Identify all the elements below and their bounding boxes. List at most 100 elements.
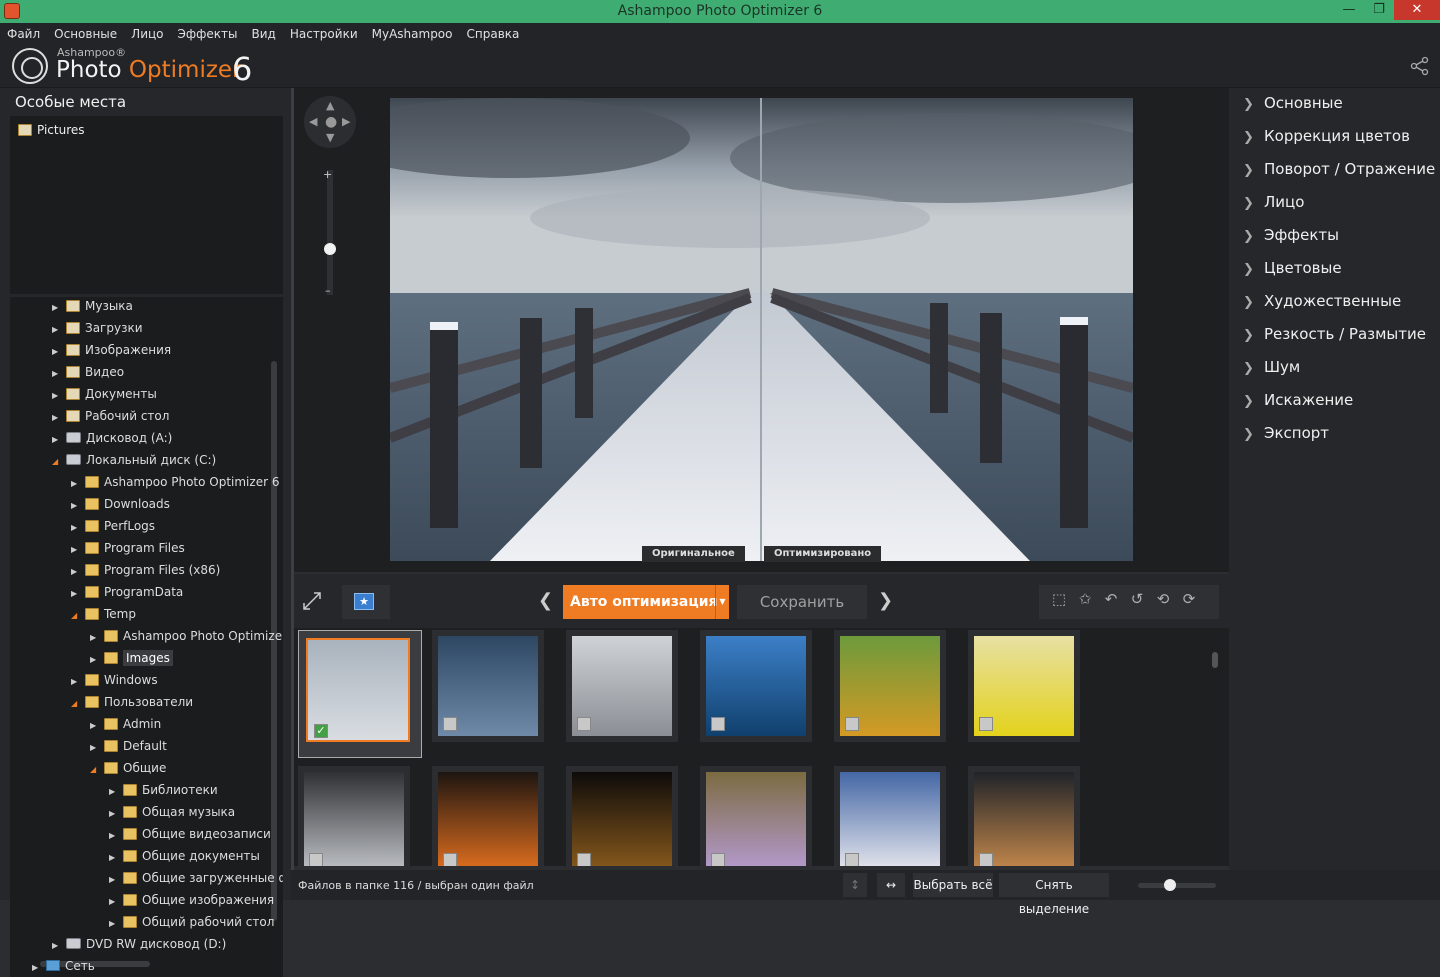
thumbnail-size-handle[interactable] bbox=[1164, 879, 1177, 891]
checkbox-icon[interactable] bbox=[443, 717, 457, 731]
tree-item[interactable]: ▶ Общие изображения bbox=[109, 893, 274, 913]
tool-section-item[interactable]: ❯ Коррекция цветов bbox=[1243, 127, 1410, 145]
thumbnail-wolf[interactable] bbox=[834, 766, 946, 866]
tree-item[interactable]: ▶ Общая музыка bbox=[109, 805, 235, 825]
collapsed-arrow-icon[interactable]: ▶ bbox=[52, 391, 66, 400]
tool-section-item[interactable]: ❯ Шум bbox=[1243, 358, 1300, 376]
close-button[interactable]: ✕ bbox=[1394, 0, 1440, 20]
tree-item[interactable]: ▶ DVD RW дисковод (D:) bbox=[52, 937, 226, 957]
checkbox-icon[interactable] bbox=[711, 853, 725, 866]
deselect-button[interactable]: Снять выделение bbox=[999, 873, 1109, 916]
tree-item[interactable]: ▶ Документы bbox=[52, 387, 157, 407]
vertical-arrange-icon[interactable]: ↕ bbox=[843, 873, 867, 897]
thumbnail-laptop[interactable] bbox=[566, 630, 678, 742]
menu-file[interactable]: Файл bbox=[7, 23, 47, 44]
tree-item[interactable]: ▶ Общий рабочий стол bbox=[109, 915, 274, 935]
restore-button[interactable]: ❐ bbox=[1364, 0, 1394, 20]
tree-item[interactable]: ◢ Temp bbox=[71, 607, 136, 627]
collapsed-arrow-icon[interactable]: ▶ bbox=[90, 633, 104, 642]
collapsed-arrow-icon[interactable]: ▶ bbox=[52, 413, 66, 422]
tool-section-item[interactable]: ❯ Основные bbox=[1243, 94, 1343, 112]
thumbnail-pier[interactable]: ✓ bbox=[298, 630, 422, 758]
collapsed-arrow-icon[interactable]: ▶ bbox=[109, 787, 123, 796]
zoom-in-icon[interactable]: + bbox=[323, 168, 332, 181]
expand-icon[interactable] bbox=[302, 591, 322, 615]
tool-section-item[interactable]: ❯ Экспорт bbox=[1243, 424, 1329, 442]
grid-scrollbar-thumb[interactable] bbox=[1212, 652, 1218, 668]
pan-left-icon[interactable]: ◀ bbox=[309, 115, 317, 128]
tree-item[interactable]: ▶ Windows bbox=[71, 673, 158, 693]
tree-item[interactable]: ▶ Downloads bbox=[71, 497, 170, 517]
tree-item[interactable]: ▶ Ashampoo Photo Optimizer 6 bbox=[71, 475, 279, 495]
tree-item[interactable]: ▶ Ashampoo Photo Optimizer 6 bbox=[90, 629, 283, 649]
tree-item[interactable]: ▶ PerfLogs bbox=[71, 519, 155, 539]
tree-item[interactable]: ◢ Локальный диск (C:) bbox=[52, 453, 216, 473]
minimize-button[interactable]: — bbox=[1334, 0, 1364, 20]
zoom-slider-handle[interactable] bbox=[324, 243, 336, 255]
collapsed-arrow-icon[interactable]: ▶ bbox=[32, 963, 46, 972]
checkbox-icon[interactable] bbox=[309, 853, 323, 866]
tree-item[interactable]: ▶ Images bbox=[90, 650, 173, 671]
collapsed-arrow-icon[interactable]: ▶ bbox=[71, 567, 85, 576]
favorite-filter-button[interactable]: ★ bbox=[342, 585, 390, 619]
tree-item[interactable]: ▶ Изображения bbox=[52, 343, 171, 363]
zoom-out-icon[interactable]: – bbox=[325, 284, 331, 297]
collapsed-arrow-icon[interactable]: ▶ bbox=[71, 589, 85, 598]
tool-section-item[interactable]: ❯ Искажение bbox=[1243, 391, 1353, 409]
tree-item[interactable]: ▶ Общие документы bbox=[109, 849, 260, 869]
menu-effects[interactable]: Эффекты bbox=[178, 23, 245, 44]
compare-divider[interactable] bbox=[760, 98, 762, 561]
collapsed-arrow-icon[interactable]: ▶ bbox=[71, 523, 85, 532]
tool-section-item[interactable]: ❯ Художественные bbox=[1243, 292, 1401, 310]
collapsed-arrow-icon[interactable]: ▶ bbox=[52, 303, 66, 312]
collapsed-arrow-icon[interactable]: ▶ bbox=[71, 545, 85, 554]
menu-help[interactable]: Справка bbox=[467, 23, 527, 44]
menu-view[interactable]: Вид bbox=[252, 23, 283, 44]
checked-checkbox-icon[interactable]: ✓ bbox=[314, 724, 328, 738]
thumbnail-fruit[interactable] bbox=[432, 766, 544, 866]
collapsed-arrow-icon[interactable]: ▶ bbox=[109, 919, 123, 928]
menu-basic[interactable]: Основные bbox=[54, 23, 124, 44]
checkbox-icon[interactable] bbox=[711, 717, 725, 731]
checkbox-icon[interactable] bbox=[845, 853, 859, 866]
horizontal-arrange-icon[interactable]: ↔ bbox=[877, 873, 905, 897]
tree-item[interactable]: ▶ Видео bbox=[52, 365, 124, 385]
collapsed-arrow-icon[interactable]: ▶ bbox=[109, 875, 123, 884]
rotate-left-icon[interactable]: ↺ bbox=[1125, 590, 1149, 619]
select-all-button[interactable]: Выбрать всё bbox=[913, 873, 993, 897]
collapsed-arrow-icon[interactable]: ▶ bbox=[52, 941, 66, 950]
tree-item[interactable]: ▶ Program Files (x86) bbox=[71, 563, 220, 583]
share-icon[interactable] bbox=[1410, 56, 1430, 76]
collapsed-arrow-icon[interactable]: ▶ bbox=[90, 743, 104, 752]
tool-section-item[interactable]: ❯ Резкость / Размытие bbox=[1243, 325, 1426, 343]
tree-item[interactable]: ▶ Admin bbox=[90, 717, 161, 737]
thumbnail-tiger[interactable] bbox=[298, 766, 410, 866]
tree-item[interactable]: ▶ Общие видеозаписи bbox=[109, 827, 271, 847]
menu-settings[interactable]: Настройки bbox=[290, 23, 365, 44]
tool-section-item[interactable]: ❯ Эффекты bbox=[1243, 226, 1339, 244]
tree-item[interactable]: ◢ Общие bbox=[90, 761, 166, 781]
collapsed-arrow-icon[interactable]: ▶ bbox=[52, 369, 66, 378]
tree-item[interactable]: ◢ Пользователи bbox=[71, 695, 193, 715]
auto-optimize-button[interactable]: Авто оптимизация ▼ bbox=[563, 585, 729, 619]
thumbnail-storm[interactable] bbox=[432, 630, 544, 742]
tool-section-item[interactable]: ❯ Лицо bbox=[1243, 193, 1304, 211]
menu-myashampoo[interactable]: MyAshampoo bbox=[372, 23, 460, 44]
collapsed-arrow-icon[interactable]: ▶ bbox=[52, 347, 66, 356]
grid-scrollbar[interactable] bbox=[1212, 632, 1218, 862]
collapsed-arrow-icon[interactable]: ▶ bbox=[109, 897, 123, 906]
collapsed-arrow-icon[interactable]: ▶ bbox=[52, 435, 66, 444]
menu-face[interactable]: Лицо bbox=[131, 23, 170, 44]
pan-up-icon[interactable]: ▲ bbox=[326, 99, 334, 112]
pan-right-icon[interactable]: ▶ bbox=[342, 115, 350, 128]
pan-down-icon[interactable]: ▼ bbox=[326, 131, 334, 144]
rotate-cw-90-icon[interactable]: ⟳ bbox=[1177, 590, 1201, 619]
expanded-arrow-icon[interactable]: ◢ bbox=[71, 699, 85, 708]
collapsed-arrow-icon[interactable]: ▶ bbox=[52, 325, 66, 334]
tree-item[interactable]: ▶ Сеть bbox=[32, 959, 95, 977]
thumbnail-car[interactable] bbox=[968, 630, 1080, 742]
collapsed-arrow-icon[interactable]: ▶ bbox=[109, 831, 123, 840]
thumbnail-meadow[interactable] bbox=[834, 630, 946, 742]
tool-section-item[interactable]: ❯ Поворот / Отражение bbox=[1243, 160, 1435, 178]
thumbnail-drinks[interactable] bbox=[566, 766, 678, 866]
